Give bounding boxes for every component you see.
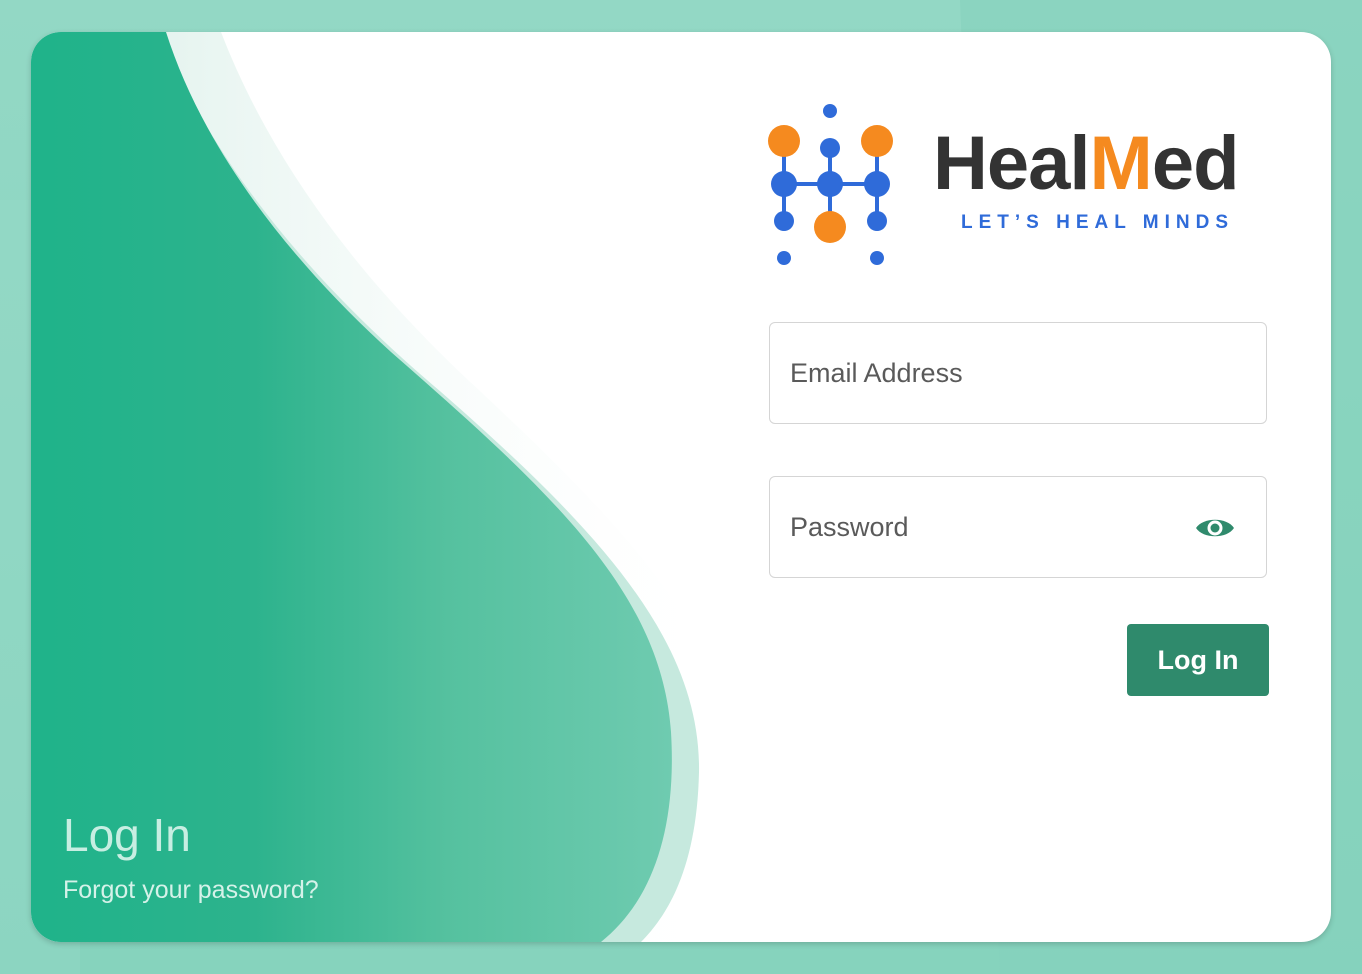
login-button[interactable]: Log In xyxy=(1127,624,1269,696)
brand-name-prefix: Heal xyxy=(933,121,1091,206)
email-input[interactable] xyxy=(790,323,1170,423)
brand-name: HealMed xyxy=(933,126,1240,202)
password-field xyxy=(769,476,1267,578)
brand-tagline: LET’S HEAL MINDS xyxy=(961,212,1234,233)
logo-molecule-icon xyxy=(768,104,893,265)
login-card: Log In Forgot your password? HealMed LET… xyxy=(31,32,1331,942)
eye-icon[interactable] xyxy=(1194,513,1236,543)
left-panel-title: Log In xyxy=(63,809,191,861)
healmed-logo: HealMed LET’S HEAL MINDS xyxy=(761,100,1281,270)
brand-name-accent: M xyxy=(1089,121,1153,206)
password-input[interactable] xyxy=(790,477,1170,577)
email-field xyxy=(769,322,1267,424)
forgot-password-link[interactable]: Forgot your password? xyxy=(63,876,319,905)
brand-name-suffix: ed xyxy=(1151,121,1240,206)
